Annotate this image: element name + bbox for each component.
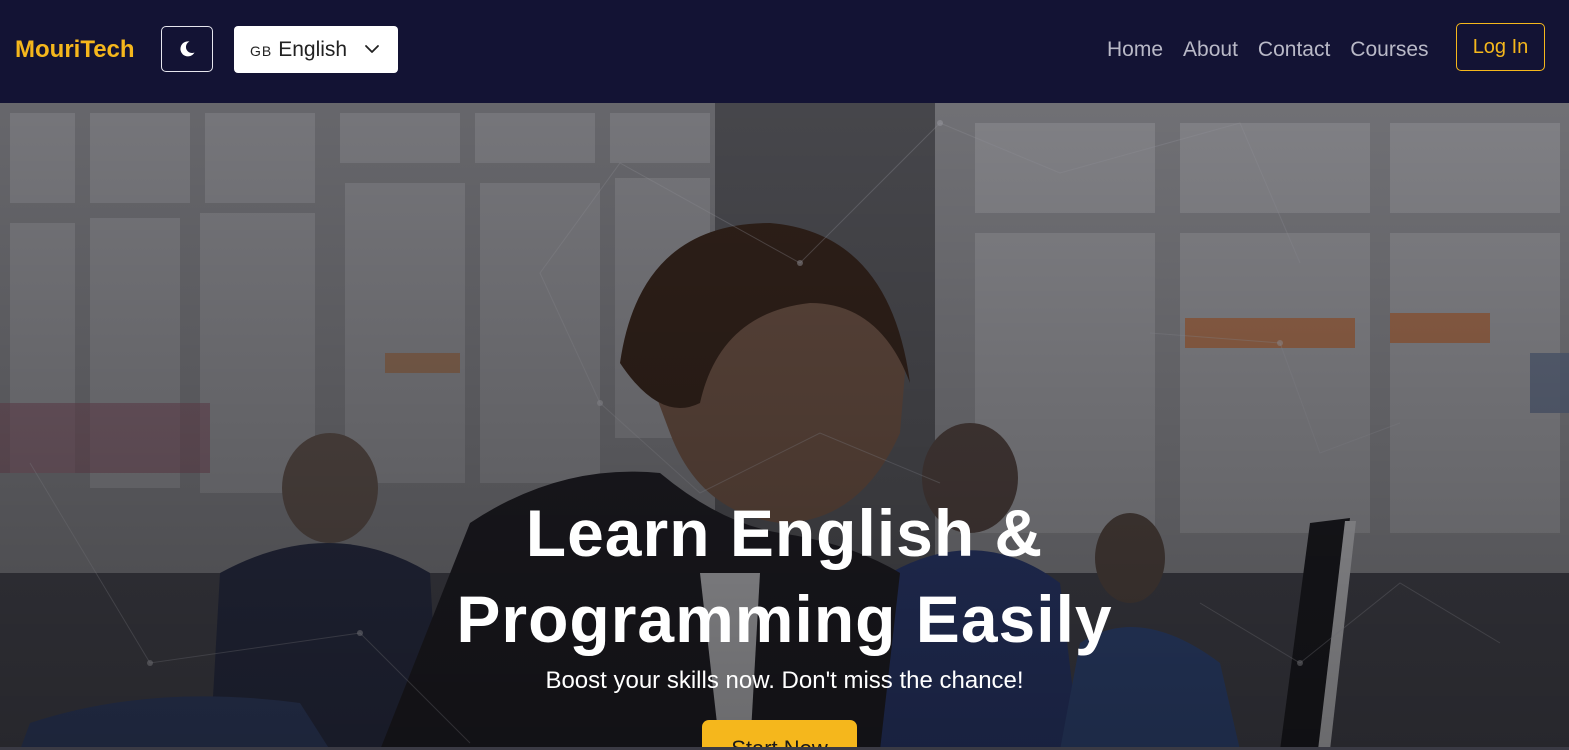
nav-link-contact[interactable]: Contact — [1258, 36, 1330, 64]
chevron-down-icon — [365, 45, 379, 53]
nav-link-home[interactable]: Home — [1107, 36, 1163, 64]
login-button[interactable]: Log In — [1456, 23, 1545, 71]
nav-link-courses[interactable]: Courses — [1350, 36, 1428, 64]
navbar: MouriTech GB English Home About Contact … — [0, 0, 1569, 103]
hero-title-line1: Learn English & — [525, 496, 1044, 570]
hero-title-line2: Programming Easily — [456, 582, 1113, 656]
language-select[interactable]: GB English — [234, 26, 398, 73]
hero-subtitle: Boost your skills now. Don't miss the ch… — [545, 667, 1024, 694]
nav-link-about[interactable]: About — [1183, 36, 1238, 64]
nav-menu: Home About Contact Courses — [1107, 36, 1429, 64]
flag-gb-icon: GB — [250, 43, 273, 59]
start-now-button[interactable]: Start Now — [702, 720, 857, 750]
theme-toggle-button[interactable] — [161, 26, 213, 72]
hero-section: Learn English & Programming Easily Boost… — [0, 103, 1569, 750]
moon-icon — [180, 41, 195, 57]
language-selected-value: English — [278, 37, 348, 61]
hero-title: Learn English & Programming Easily — [0, 490, 1569, 662]
brand-logo[interactable]: MouriTech — [15, 36, 135, 64]
